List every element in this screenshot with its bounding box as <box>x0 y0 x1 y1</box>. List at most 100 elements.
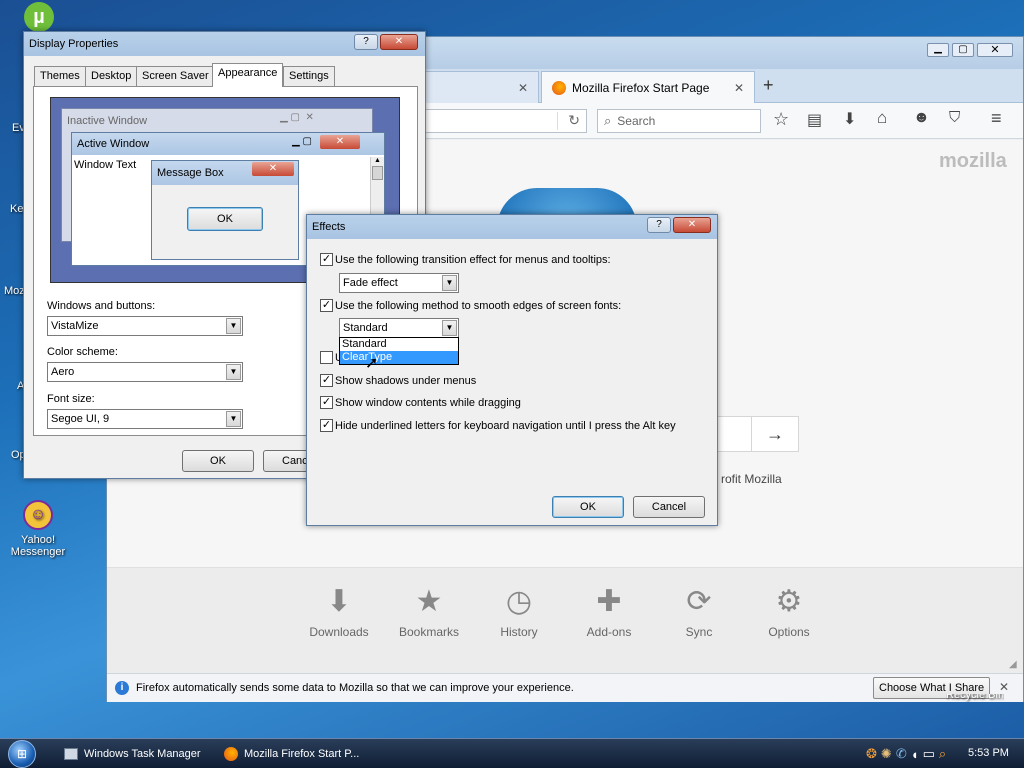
reading-list-icon[interactable]: ▤ <box>807 110 822 130</box>
transition-effect-select[interactable]: Fade effect ▼ <box>339 273 459 293</box>
launcher-bookmarks[interactable]: ★ Bookmarks <box>389 585 469 639</box>
smooth-edges-select[interactable]: Standard ▼ <box>339 318 459 338</box>
arrow-right-icon: → <box>766 424 784 444</box>
chevron-down-icon[interactable]: ▼ <box>226 318 241 334</box>
minimize-button[interactable]: ▁ <box>927 43 949 57</box>
smooth-edges-checkbox[interactable]: ✓ <box>320 299 333 312</box>
select-value: Aero <box>51 366 75 378</box>
launcher-label: Options <box>768 625 810 639</box>
sync-icon: ⟳ <box>686 585 712 618</box>
desktop-label-partial: Moz <box>4 285 25 297</box>
select-value: Fade effect <box>343 277 398 289</box>
notification-text: Firefox automatically sends some data to… <box>136 682 574 694</box>
windows-buttons-label: Windows and buttons: <box>47 300 156 312</box>
smooth-edges-label: Use the following method to smooth edges… <box>335 300 622 312</box>
preview-active-buttons: ▁ ▢ <box>292 136 312 147</box>
reload-icon[interactable]: ↻ <box>568 112 580 129</box>
preview-message-titlebar: Message Box ✕ <box>152 161 298 185</box>
windows-buttons-select[interactable]: VistaMize ▼ <box>47 316 243 336</box>
launcher-label: Downloads <box>309 625 369 639</box>
show-shadows-checkbox[interactable]: ✓ <box>320 374 333 387</box>
home-icon[interactable]: ⌂ <box>877 108 887 128</box>
resize-grip-icon[interactable]: ◢ <box>1009 659 1017 670</box>
utorrent-icon[interactable]: µ <box>24 2 54 32</box>
maximize-button[interactable]: ▢ <box>952 43 974 57</box>
dropdown-option-standard[interactable]: Standard <box>340 338 458 351</box>
download-icon[interactable]: ⬇ <box>843 109 856 129</box>
tray-phone-icon[interactable]: ✆ <box>896 746 907 762</box>
select-value: Segoe UI, 9 <box>51 413 110 425</box>
launcher-options[interactable]: ⚙ Options <box>749 585 829 639</box>
tray-app-icon[interactable]: ❂ <box>866 746 877 762</box>
color-scheme-label: Color scheme: <box>47 346 118 358</box>
tray-search-icon[interactable]: ⌕ <box>939 746 946 762</box>
taskbar-item-task-manager[interactable]: Windows Task Manager <box>58 742 214 766</box>
tray-volume-icon[interactable]: ◖ <box>911 747 919 762</box>
taskbar-item-firefox[interactable]: Mozilla Firefox Start P... <box>218 742 378 766</box>
mouse-cursor-icon: ➚ <box>365 355 379 372</box>
pocket-icon[interactable]: ⛉ <box>949 109 960 126</box>
help-button[interactable]: ? <box>354 34 378 50</box>
effects-dialog: Effects ? ✕ ✓ Use the following transiti… <box>306 214 718 526</box>
select-value: Standard <box>343 322 388 334</box>
tab-desktop[interactable]: Desktop <box>85 66 138 86</box>
tab-mozilla-start-page[interactable]: Mozilla Firefox Start Page ✕ <box>541 71 755 103</box>
add-ons-icon: ✚ <box>596 585 622 618</box>
menu-icon[interactable]: ≡ <box>991 108 1002 129</box>
hide-underlined-letters-checkbox[interactable]: ✓ <box>320 419 333 432</box>
tab-settings[interactable]: Settings <box>283 66 335 86</box>
launcher-sync[interactable]: ⟳ Sync <box>659 585 739 639</box>
color-scheme-select[interactable]: Aero ▼ <box>47 362 243 382</box>
hidden-option-checkbox[interactable] <box>320 351 333 364</box>
tab-themes[interactable]: Themes <box>34 66 86 86</box>
transition-effect-label: Use the following transition effect for … <box>335 254 611 266</box>
ok-button[interactable]: OK <box>182 450 254 472</box>
chat-icon[interactable]: ☻ <box>913 109 930 127</box>
search-input[interactable]: ⌕ Search <box>597 109 761 133</box>
tray-battery-icon[interactable]: ▭ <box>923 746 935 762</box>
search-field-partial[interactable] <box>717 416 751 452</box>
close-button[interactable]: ✕ <box>673 217 711 233</box>
mozilla-wordmark: mozilla <box>939 150 1007 172</box>
firefox-icon <box>552 80 566 95</box>
tab-appearance[interactable]: Appearance <box>212 63 284 87</box>
preview-ok-button: OK <box>187 207 263 231</box>
chevron-down-icon[interactable]: ▼ <box>226 364 241 380</box>
notification-bar: i Firefox automatically sends some data … <box>107 673 1023 702</box>
show-contents-dragging-label: Show window contents while dragging <box>335 397 521 409</box>
new-tab-button[interactable]: + <box>763 75 774 96</box>
bookmarks-icon: ★ <box>415 585 443 618</box>
bookmark-star-icon[interactable]: ☆ <box>773 109 789 130</box>
help-button[interactable]: ? <box>647 217 671 233</box>
show-contents-dragging-checkbox[interactable]: ✓ <box>320 396 333 409</box>
launcher-downloads[interactable]: ⬇ Downloads <box>299 585 379 639</box>
chevron-down-icon[interactable]: ▼ <box>442 320 457 336</box>
desktop-icon-yahoo-messenger[interactable]: ☺ Yahoo! Messenger <box>3 500 73 558</box>
close-tab-icon[interactable]: ✕ <box>734 81 744 95</box>
launcher-add-ons[interactable]: ✚ Add-ons <box>569 585 649 639</box>
chevron-down-icon[interactable]: ▼ <box>226 411 241 427</box>
ok-button[interactable]: OK <box>552 496 624 518</box>
close-button[interactable]: ✕ <box>380 34 418 50</box>
dropdown-option-cleartype[interactable]: ClearType <box>340 351 458 364</box>
tray-app-icon[interactable]: ✺ <box>881 746 892 762</box>
preview-message-close-icon: ✕ <box>252 162 294 176</box>
search-go-button[interactable]: → <box>751 416 799 452</box>
close-button[interactable]: ✕ <box>977 43 1013 57</box>
close-tab-icon[interactable]: ✕ <box>518 81 528 95</box>
hide-underlined-letters-label: Hide underlined letters for keyboard nav… <box>335 420 676 432</box>
font-size-select[interactable]: Segoe UI, 9 ▼ <box>47 409 243 429</box>
transition-effect-checkbox[interactable]: ✓ <box>320 253 333 266</box>
cancel-button[interactable]: Cancel <box>633 496 705 518</box>
yahoo-messenger-icon: ☺ <box>23 500 53 530</box>
tab-screen-saver[interactable]: Screen Saver <box>136 66 215 86</box>
preview-inactive-title: Inactive Window <box>67 115 148 127</box>
taskbar: ⊞ Windows Task Manager Mozilla Firefox S… <box>0 738 1024 768</box>
clock[interactable]: 5:53 PM <box>968 747 1009 759</box>
launcher-history[interactable]: ◷ History <box>479 585 559 639</box>
start-button[interactable]: ⊞ <box>8 740 36 768</box>
preview-message-title: Message Box <box>157 167 224 179</box>
close-notification-icon[interactable]: ✕ <box>999 680 1009 694</box>
system-tray: ❂ ✺ ✆ ◖ ▭ ⌕ <box>866 744 962 764</box>
chevron-down-icon[interactable]: ▼ <box>442 275 457 291</box>
